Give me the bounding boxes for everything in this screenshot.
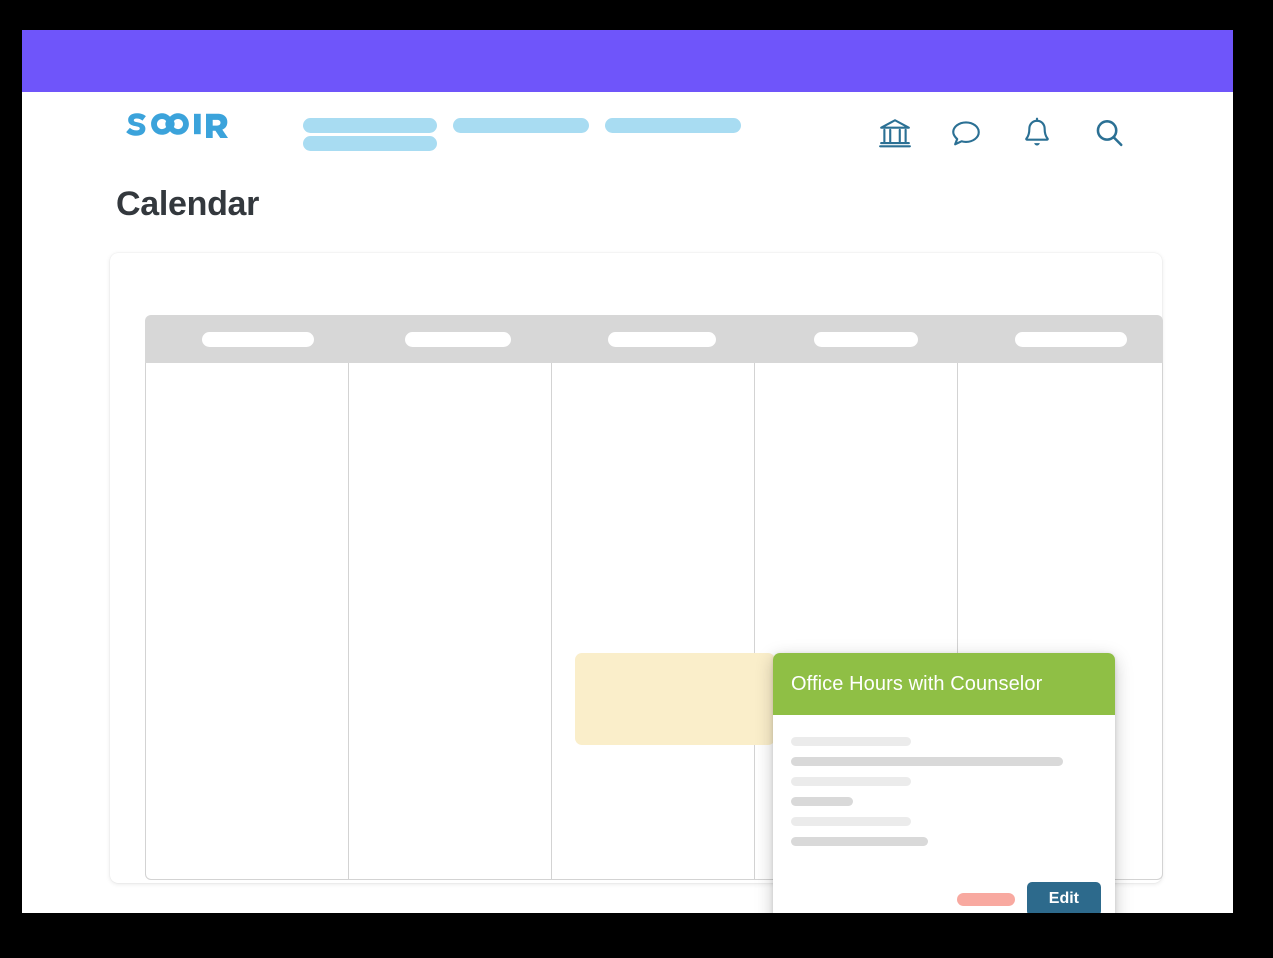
edit-button[interactable]: Edit bbox=[1026, 882, 1101, 913]
event-detail-line-placeholder bbox=[791, 777, 911, 786]
app-header bbox=[22, 92, 1233, 160]
calendar-day-header-placeholder bbox=[202, 332, 314, 347]
delete-link-placeholder[interactable] bbox=[956, 892, 1015, 906]
calendar-column-divider bbox=[348, 363, 349, 879]
page-title: Calendar bbox=[116, 185, 260, 223]
search-icon[interactable] bbox=[1092, 116, 1126, 150]
event-detail-line-placeholder bbox=[791, 837, 928, 846]
message-icon[interactable] bbox=[949, 116, 983, 150]
calendar-day-header-placeholder bbox=[1015, 332, 1127, 347]
event-popup-header: Office Hours with Counselor bbox=[773, 653, 1115, 715]
calendar-day-header-placeholder bbox=[405, 332, 511, 347]
event-popup-title: Office Hours with Counselor bbox=[791, 672, 1043, 695]
top-banner bbox=[22, 30, 1233, 92]
event-detail-line-placeholder bbox=[791, 817, 911, 826]
nav-item-label-placeholder bbox=[303, 118, 437, 133]
event-detail-line-placeholder bbox=[791, 757, 1063, 766]
event-popup-actions: Edit bbox=[956, 882, 1101, 913]
calendar-header-row bbox=[145, 315, 1163, 363]
device-frame: Calendar Office Hours with Counselor Edi… bbox=[0, 0, 1273, 958]
nav-item-dashboard[interactable] bbox=[303, 118, 437, 151]
calendar-column-divider bbox=[754, 363, 755, 879]
scoir-logo[interactable] bbox=[120, 110, 252, 144]
calendar-column-divider bbox=[551, 363, 552, 879]
event-popup-body: Edit bbox=[773, 715, 1115, 913]
nav-item-label-placeholder bbox=[453, 118, 589, 133]
nav-item-label-placeholder bbox=[605, 118, 741, 133]
event-detail-popup: Office Hours with Counselor Edit bbox=[773, 653, 1115, 913]
app-surface: Calendar Office Hours with Counselor Edi… bbox=[22, 30, 1233, 913]
nav-item-reports[interactable] bbox=[605, 118, 741, 133]
calendar-card: Office Hours with Counselor Edit bbox=[110, 253, 1163, 913]
university-icon[interactable] bbox=[878, 116, 912, 150]
event-detail-line-placeholder bbox=[791, 737, 911, 746]
nav-item-students[interactable] bbox=[453, 118, 589, 133]
calendar-day-header-placeholder bbox=[608, 332, 716, 347]
calendar-event-block[interactable] bbox=[575, 653, 775, 745]
nav-item-active-underline bbox=[303, 136, 437, 151]
event-detail-line-placeholder bbox=[791, 797, 853, 806]
calendar-day-header-placeholder bbox=[814, 332, 918, 347]
bell-icon[interactable] bbox=[1020, 116, 1054, 150]
